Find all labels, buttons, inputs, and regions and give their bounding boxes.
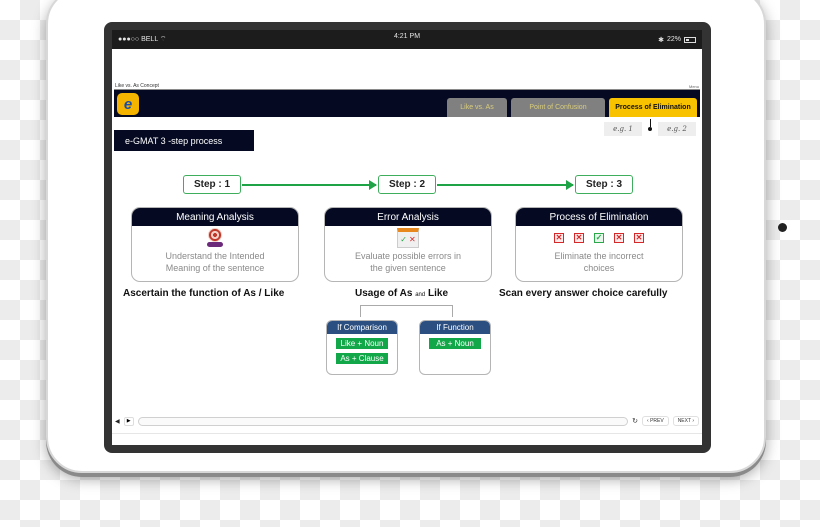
lesson-navbar: e Like vs. As Point of Confusion Process…	[114, 89, 700, 117]
step-2-caption: Usage of As and Like	[355, 288, 449, 299]
calendar-check-icon: ✓ ✕	[397, 228, 419, 248]
example-2-button[interactable]: e.g. 2	[658, 122, 696, 136]
arrow-step1-to-step2	[242, 180, 377, 190]
rule-pill: Like + Noun	[336, 338, 388, 349]
volume-icon[interactable]: ◀	[115, 418, 120, 425]
media-player: ◀ ▶ ↻ ‹ PREV NEXT ›	[112, 413, 702, 429]
arrow-step2-to-step3	[437, 180, 574, 190]
case-if-comparison: If Comparison Like + Noun As + Clause	[326, 320, 398, 375]
wrong-choice-icon: ✕	[574, 233, 584, 243]
section-title: e-GMAT 3 -step process	[114, 130, 254, 151]
divider	[112, 433, 702, 434]
status-bar: ●●●○○ BELL ⌔ 4:21 PM ✱ 22%	[112, 30, 702, 49]
play-button[interactable]: ▶	[123, 416, 134, 426]
card-process-of-elimination: Process of Elimination ✕ ✕ ✓ ✕ ✕ Elimina…	[515, 207, 683, 282]
case-title: If Comparison	[327, 321, 397, 334]
tab-point-of-confusion[interactable]: Point of Confusion	[511, 98, 605, 117]
card-meaning-analysis: Meaning Analysis Understand the Intended…	[131, 207, 299, 282]
next-button[interactable]: NEXT ›	[672, 416, 699, 426]
battery-icon	[684, 36, 696, 43]
tab-like-vs-as[interactable]: Like vs. As	[447, 98, 507, 117]
progress-bar[interactable]	[137, 416, 629, 426]
card-description: Evaluate possible errors in the given sen…	[354, 251, 462, 273]
prev-button[interactable]: ‹ PREV	[642, 416, 669, 426]
replay-icon[interactable]: ↻	[632, 417, 638, 425]
camera-icon	[778, 223, 787, 232]
case-title: If Function	[420, 321, 490, 334]
step-1-label: Step : 1	[183, 175, 241, 194]
card-description: Understand the Intended Meaning of the se…	[165, 251, 265, 273]
step-1-caption: Ascertain the function of As / Like	[123, 288, 285, 299]
egmat-logo: e	[117, 93, 139, 115]
step-3-caption: Scan every answer choice carefully	[499, 288, 668, 299]
target-icon	[206, 228, 224, 248]
rule-pill: As + Noun	[429, 338, 481, 349]
screen: ●●●○○ BELL ⌔ 4:21 PM ✱ 22% Like vs. As C…	[112, 30, 702, 445]
rule-pill: As + Clause	[336, 353, 388, 364]
step-3-label: Step : 3	[575, 175, 633, 194]
correct-choice-icon: ✓	[594, 233, 604, 243]
branch-connector	[360, 305, 453, 317]
wrong-choice-icon: ✕	[634, 233, 644, 243]
case-if-function: If Function As + Noun	[419, 320, 491, 375]
card-description: Eliminate the incorrect choices	[554, 251, 644, 273]
wrong-choice-icon: ✕	[554, 233, 564, 243]
clock: 4:21 PM	[393, 33, 421, 40]
step-2-label: Step : 2	[378, 175, 436, 194]
example-1-button[interactable]: e.g. 1	[604, 122, 642, 136]
answer-choices-icon: ✕ ✕ ✓ ✕ ✕	[516, 226, 682, 250]
card-title: Process of Elimination	[516, 208, 682, 226]
current-position-marker	[648, 119, 652, 131]
wrong-choice-icon: ✕	[614, 233, 624, 243]
card-error-analysis: Error Analysis ✓ ✕ Evaluate possible erro…	[324, 207, 492, 282]
card-title: Error Analysis	[325, 208, 491, 226]
card-title: Meaning Analysis	[132, 208, 298, 226]
tab-process-of-elimination[interactable]: Process of Elimination	[609, 98, 697, 117]
